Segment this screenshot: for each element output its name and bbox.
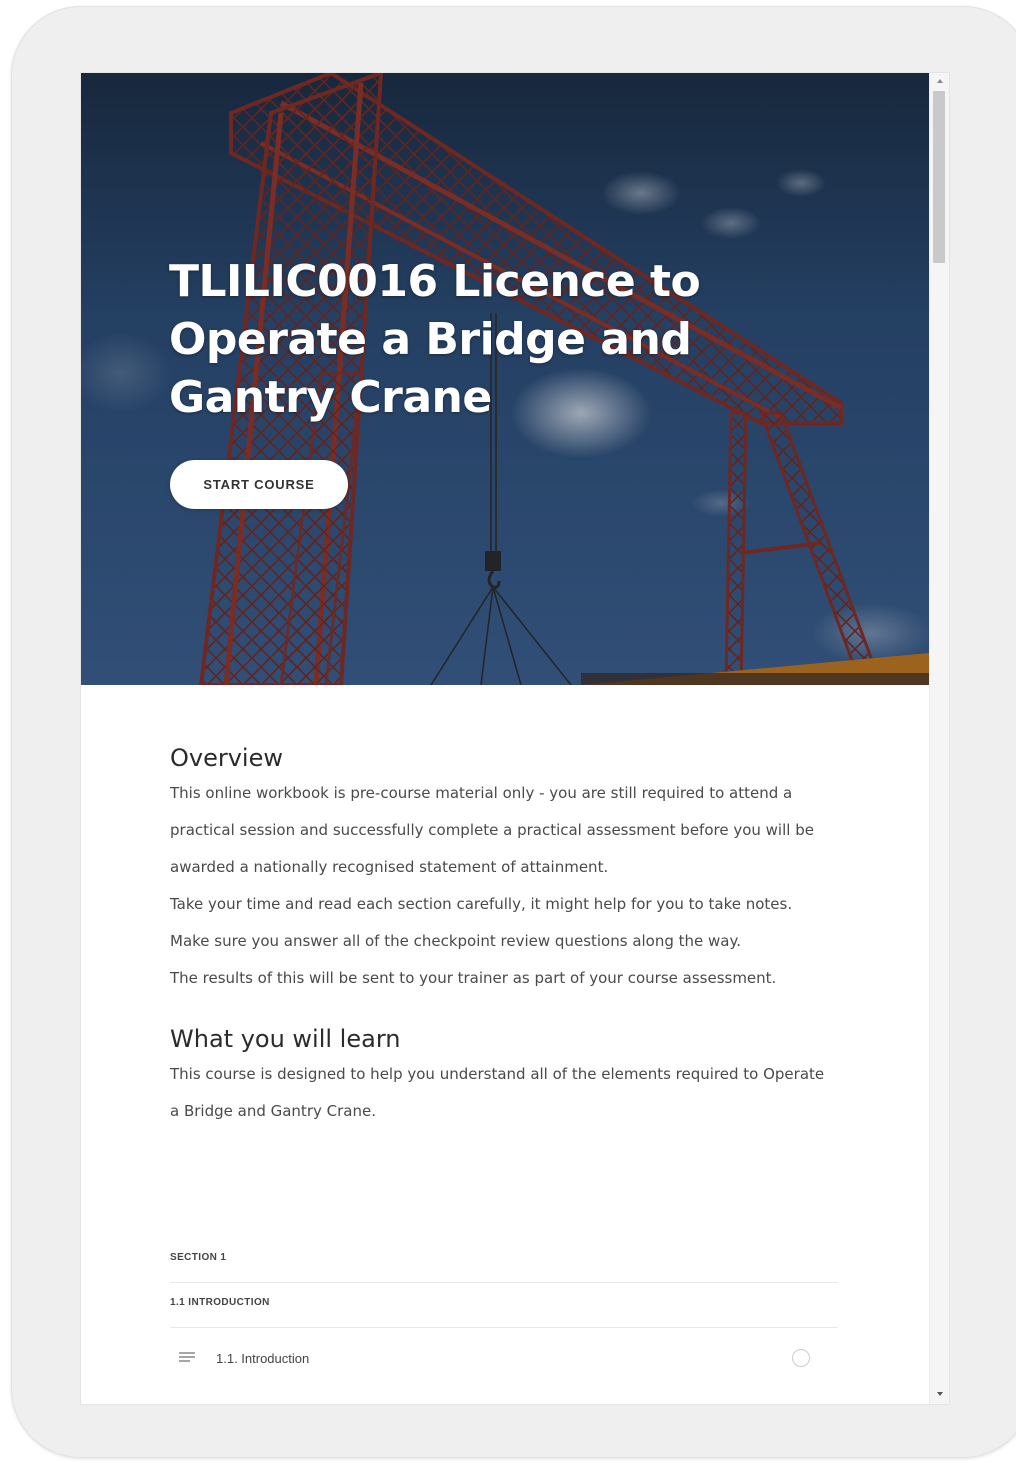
- course-description: Overview This online workbook is pre-cou…: [170, 685, 838, 1130]
- start-course-button[interactable]: START COURSE: [170, 460, 348, 509]
- scroll-down-icon[interactable]: [937, 1392, 943, 1396]
- overview-paragraph-1: This online workbook is pre-course mater…: [170, 784, 814, 876]
- learn-paragraph: This course is designed to help you unde…: [170, 1065, 825, 1120]
- lesson-item[interactable]: 1.1. Introduction: [170, 1328, 838, 1388]
- section-header: SECTION 1: [170, 1238, 838, 1283]
- scroll-up-icon[interactable]: [937, 79, 943, 83]
- course-screen: TLILIC0016 Licence to Operate a Bridge a…: [80, 72, 950, 1405]
- vertical-scrollbar[interactable]: [929, 73, 949, 1404]
- overview-paragraph-4: The results of this will be sent to your…: [170, 969, 777, 987]
- course-viewport: TLILIC0016 Licence to Operate a Bridge a…: [81, 73, 929, 1404]
- subsection-header: 1.1 INTRODUCTION: [170, 1283, 838, 1328]
- scrollbar-thumb[interactable]: [933, 91, 945, 263]
- course-hero: TLILIC0016 Licence to Operate a Bridge a…: [81, 73, 929, 685]
- lesson-label: 1.1. Introduction: [216, 1350, 310, 1366]
- course-title: TLILIC0016 Licence to Operate a Bridge a…: [169, 256, 701, 423]
- overview-paragraph-2: Take your time and read each section car…: [170, 895, 793, 913]
- text-lines-icon: [178, 1350, 200, 1366]
- learn-heading: What you will learn: [170, 1025, 401, 1053]
- course-outline: SECTION 1 1.1 INTRODUCTION 1.1. Introduc…: [170, 1238, 838, 1388]
- overview-heading: Overview: [170, 744, 283, 772]
- lesson-status-icon: [792, 1349, 810, 1367]
- overview-paragraph-3: Make sure you answer all of the checkpoi…: [170, 932, 742, 950]
